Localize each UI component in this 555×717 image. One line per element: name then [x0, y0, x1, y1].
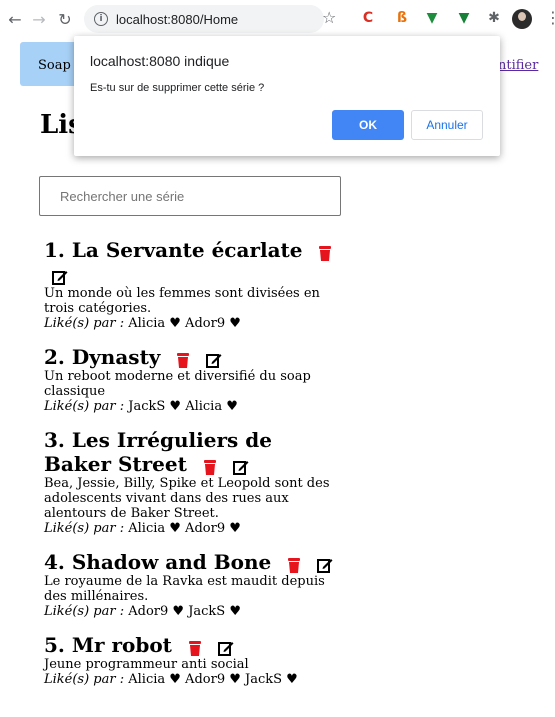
address-url: localhost:8080/Home [116, 11, 239, 27]
series-list: 1. La Servante écarlate Un monde où les … [44, 238, 344, 701]
likes-label: Liké(s) par : [44, 521, 125, 536]
likes-users: Ador9 ♥ JackS ♥ [128, 604, 242, 619]
delete-icon[interactable] [202, 456, 218, 475]
series-title-row: 1. La Servante écarlate [44, 238, 344, 286]
edit-icon[interactable] [232, 456, 249, 475]
dialog-message: Es-tu sur de supprimer cette série ? [90, 82, 265, 94]
series-title: 1. La Servante écarlate [44, 238, 303, 262]
series-description: Jeune programmeur anti social [44, 657, 249, 672]
likes-label: Liké(s) par : [44, 316, 125, 331]
delete-icon[interactable] [175, 349, 191, 368]
extension-icon-1[interactable]: C [360, 9, 376, 27]
series-item: 4. Shadow and Bone Le royaume de la Ravk… [44, 550, 344, 619]
ok-button[interactable]: OK [332, 110, 404, 140]
puzzle-extensions-icon[interactable]: ✱ [486, 9, 502, 27]
series-title-row: 5. Mr robot [44, 633, 344, 657]
likes-label: Liké(s) par : [44, 604, 125, 619]
series-title: 4. Shadow and Bone [44, 550, 272, 574]
series-likes: Liké(s) par : Alicia ♥ Ador9 ♥ JackS ♥ [44, 672, 344, 687]
extension-icon-2[interactable]: ß [394, 9, 410, 27]
vue-devtools-icon-2[interactable]: ▼ [456, 9, 472, 27]
series-item: 2. Dynasty Un reboot moderne et diversif… [44, 345, 344, 414]
series-likes: Liké(s) par : Alicia ♥ Ador9 ♥ [44, 316, 344, 331]
series-description: Bea, Jessie, Billy, Spike et Leopold son… [44, 476, 330, 521]
edit-icon[interactable] [217, 637, 234, 656]
series-likes: Liké(s) par : JackS ♥ Alicia ♥ [44, 399, 344, 414]
nav-link[interactable]: ntifier [498, 58, 538, 73]
series-likes: Liké(s) par : Alicia ♥ Ador9 ♥ [44, 521, 344, 536]
likes-label: Liké(s) par : [44, 399, 125, 414]
series-likes: Liké(s) par : Ador9 ♥ JackS ♥ [44, 604, 344, 619]
info-icon[interactable]: i [94, 12, 108, 26]
edit-icon[interactable] [206, 349, 222, 368]
reload-icon[interactable]: ↻ [54, 8, 76, 30]
series-item: 1. La Servante écarlate Un monde où les … [44, 238, 344, 331]
series-description: Un reboot moderne et diversifié du soap … [44, 369, 311, 399]
more-menu-icon[interactable]: ⋮ [545, 8, 555, 27]
edit-icon[interactable] [52, 266, 68, 285]
profile-avatar[interactable] [512, 9, 532, 29]
vue-devtools-icon[interactable]: ▼ [424, 9, 440, 27]
series-item: 3. Les Irréguliers de Baker Street Bea, … [44, 428, 344, 536]
series-title-row: 4. Shadow and Bone [44, 550, 344, 574]
series-title: 5. Mr robot [44, 633, 172, 657]
search-input[interactable] [39, 176, 341, 216]
likes-users: JackS ♥ Alicia ♥ [128, 399, 238, 414]
confirm-dialog: localhost:8080 indique Es-tu sur de supp… [74, 36, 500, 156]
series-description: Le royaume de la Ravka est maudit depuis… [44, 574, 325, 604]
delete-icon[interactable] [286, 554, 302, 573]
delete-icon[interactable] [187, 637, 203, 656]
series-title: 2. Dynasty [44, 345, 161, 369]
likes-users: Alicia ♥ Ador9 ♥ [128, 521, 241, 536]
back-arrow-icon[interactable]: ← [4, 8, 26, 30]
forward-arrow-icon[interactable]: → [28, 8, 50, 30]
likes-users: Alicia ♥ Ador9 ♥ [128, 316, 241, 331]
series-title-row: 2. Dynasty [44, 345, 344, 369]
dialog-title: localhost:8080 indique [90, 53, 230, 69]
likes-users: Alicia ♥ Ador9 ♥ JackS ♥ [128, 672, 298, 687]
cancel-button[interactable]: Annuler [411, 110, 483, 140]
series-item: 5. Mr robot Jeune programmeur anti socia… [44, 633, 344, 687]
edit-icon[interactable] [317, 554, 333, 573]
series-description: Un monde où les femmes sont divisées en … [44, 286, 320, 316]
bookmark-star-icon[interactable]: ☆ [322, 8, 336, 27]
address-bar[interactable]: i localhost:8080/Home [84, 5, 324, 33]
series-title-row: 3. Les Irréguliers de Baker Street [44, 428, 344, 476]
likes-label: Liké(s) par : [44, 672, 125, 687]
delete-icon[interactable] [317, 242, 333, 261]
